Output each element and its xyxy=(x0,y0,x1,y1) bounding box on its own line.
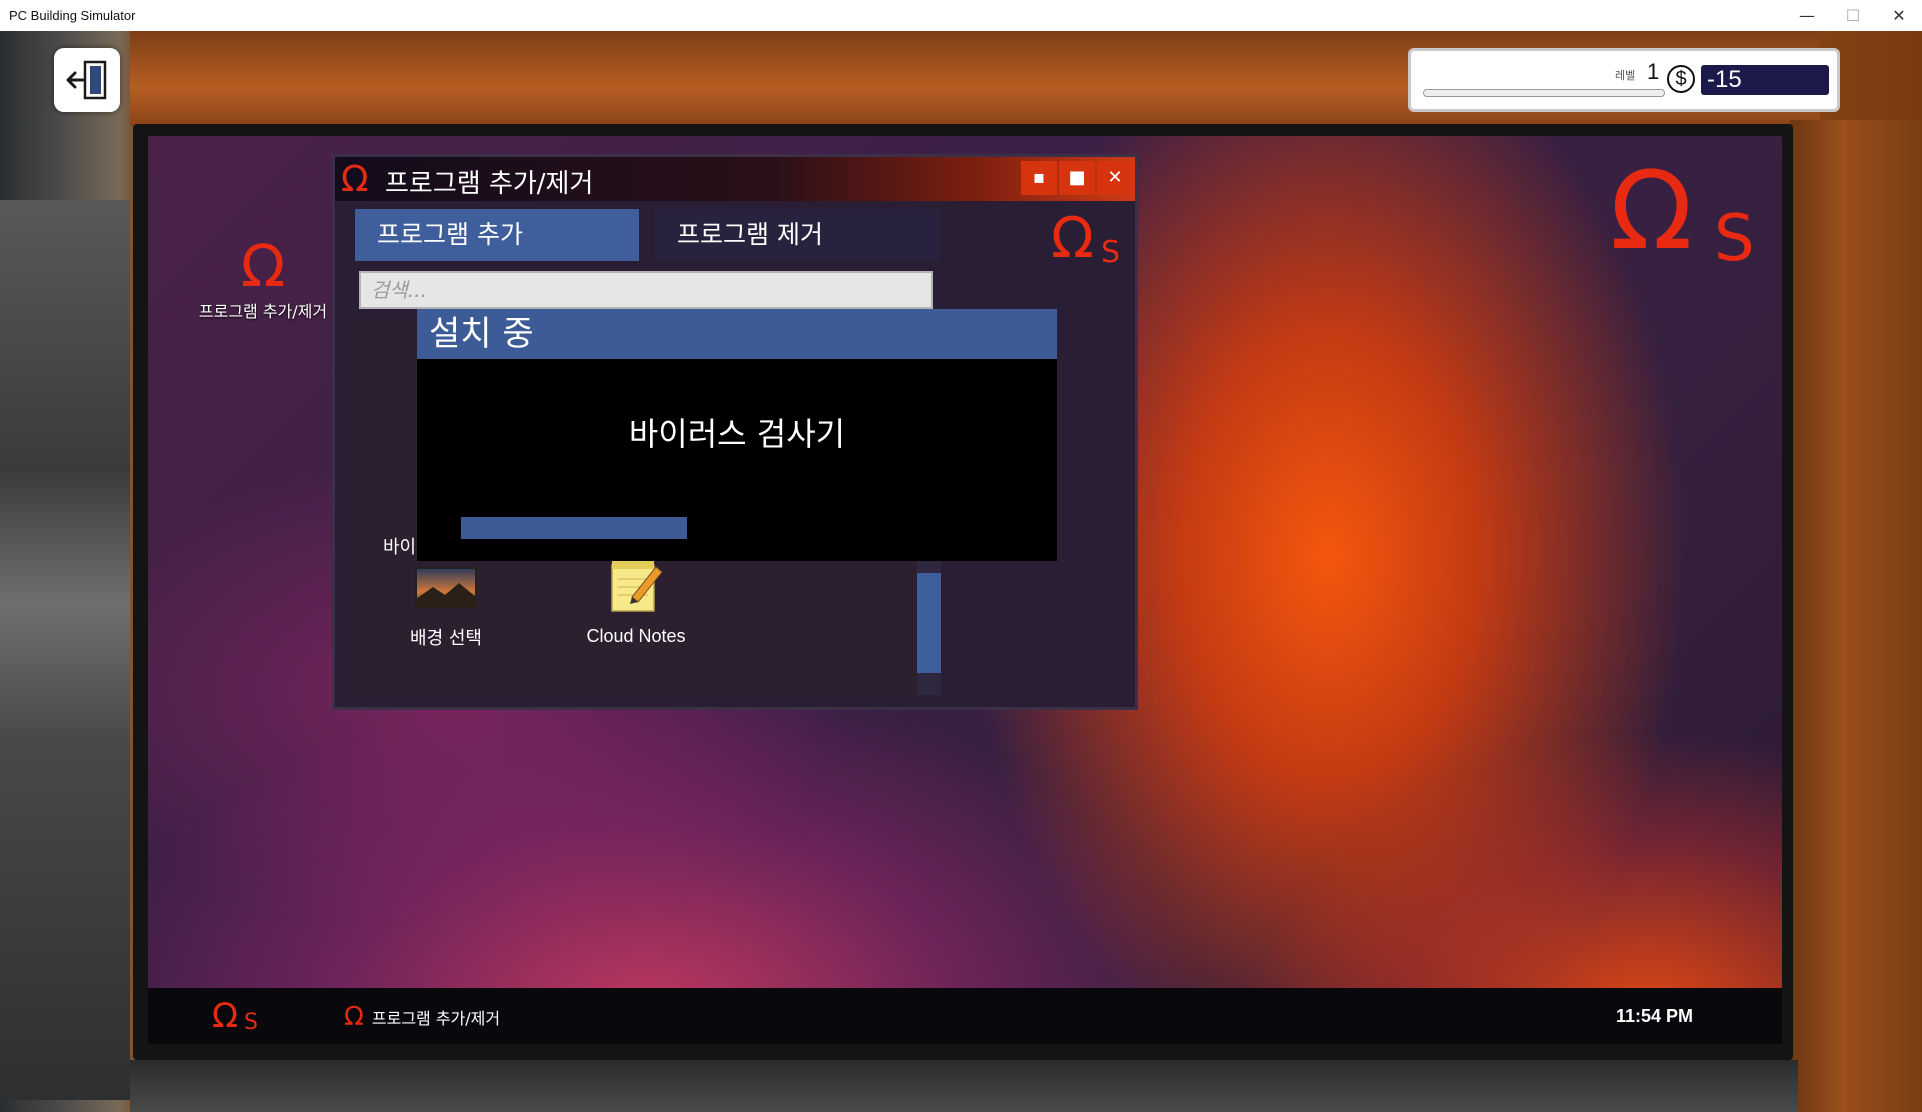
program-item-label: Cloud Notes xyxy=(586,626,686,646)
install-progress-fill xyxy=(461,517,687,539)
omega-icon: Ω xyxy=(341,159,369,200)
window-titlebar[interactable]: Ω 프로그램 추가/제거 ▪ ■ ✕ xyxy=(335,157,1135,201)
room-shelf-left xyxy=(0,200,130,1100)
host-window-title: PC Building Simulator xyxy=(9,8,136,23)
window-close-button[interactable]: ✕ xyxy=(1097,161,1133,195)
dollar-icon: $ xyxy=(1667,65,1695,93)
start-button[interactable]: Ω S xyxy=(212,996,258,1036)
program-item-cloud-notes[interactable]: Cloud Notes xyxy=(571,557,701,647)
notepad-icon xyxy=(611,561,663,612)
wallpaper-icon xyxy=(415,567,477,609)
level-label: 레벨 xyxy=(1615,69,1636,82)
window-maximize-button[interactable]: ■ xyxy=(1059,161,1095,195)
start-logo-omega: Ω xyxy=(212,996,238,1036)
os-logo-s: S xyxy=(1714,202,1755,276)
app-logo-s: S xyxy=(1101,235,1121,270)
taskbar-item-label: 프로그램 추가/제거 xyxy=(371,1009,501,1028)
install-dialog-header: 설치 중 xyxy=(417,309,1057,359)
taskbar-clock: 11:54 PM xyxy=(1616,1006,1694,1026)
host-titlebar: PC Building Simulator — ☐ ✕ xyxy=(0,0,1922,32)
tab-remove-programs[interactable]: 프로그램 제거 xyxy=(655,209,939,261)
desktop-icon-add-remove[interactable]: Ω 프로그램 추가/제거 xyxy=(188,236,338,322)
app-logo-omega: Ω xyxy=(1051,206,1094,271)
host-minimize-button[interactable]: — xyxy=(1784,0,1830,31)
omega-icon: Ω xyxy=(344,1002,364,1032)
program-item-label: 배경 선택 xyxy=(410,628,482,649)
room-shelf-right xyxy=(1790,120,1922,1112)
xp-progress-bar xyxy=(1423,89,1665,97)
program-item-wallpaper[interactable]: 배경 선택 xyxy=(391,567,501,650)
host-close-button[interactable]: ✕ xyxy=(1876,0,1922,31)
add-remove-window: Ω 프로그램 추가/제거 ▪ ■ ✕ 프로그램 추가 프로그램 제거 Ω S 검… xyxy=(332,154,1138,710)
level-value: 1 xyxy=(1647,59,1660,84)
hud-panel: 레벨 1 $ -15 xyxy=(1408,48,1840,112)
exit-door-icon xyxy=(66,60,107,100)
os-desktop: Ω S Ω 프로그램 추가/제거 Ω 프로그램 추가/제거 ▪ ■ ✕ 프로그램… xyxy=(148,136,1782,1044)
scrollbar-thumb[interactable] xyxy=(917,573,941,673)
monitor-stand xyxy=(130,1060,1798,1112)
os-logo: Ω S xyxy=(1610,158,1755,277)
host-maximize-button[interactable]: ☐ xyxy=(1830,0,1876,31)
install-progress-bar xyxy=(461,517,1011,539)
install-program-name: 바이러스 검사기 xyxy=(628,415,846,453)
desktop-icon-label: 프로그램 추가/제거 xyxy=(198,302,328,321)
program-label-partial: 바이 xyxy=(383,537,417,558)
install-dialog: 설치 중 바이러스 검사기 xyxy=(417,309,1057,561)
search-input[interactable]: 검색... xyxy=(359,271,933,309)
taskbar: Ω S Ω 프로그램 추가/제거 11:54 PM xyxy=(148,988,1782,1044)
os-logo-omega: Ω xyxy=(1610,149,1693,274)
start-logo-s: S xyxy=(244,1010,258,1035)
tab-add-programs[interactable]: 프로그램 추가 xyxy=(355,209,639,261)
taskbar-item-add-remove[interactable]: Ω 프로그램 추가/제거 xyxy=(344,1002,500,1032)
window-minimize-button[interactable]: ▪ xyxy=(1021,161,1057,195)
window-title: 프로그램 추가/제거 xyxy=(385,169,594,199)
money-value: -15 xyxy=(1701,65,1829,95)
exit-button[interactable] xyxy=(54,48,120,112)
omega-icon: Ω xyxy=(240,232,286,300)
app-logo: Ω S xyxy=(1051,206,1120,271)
